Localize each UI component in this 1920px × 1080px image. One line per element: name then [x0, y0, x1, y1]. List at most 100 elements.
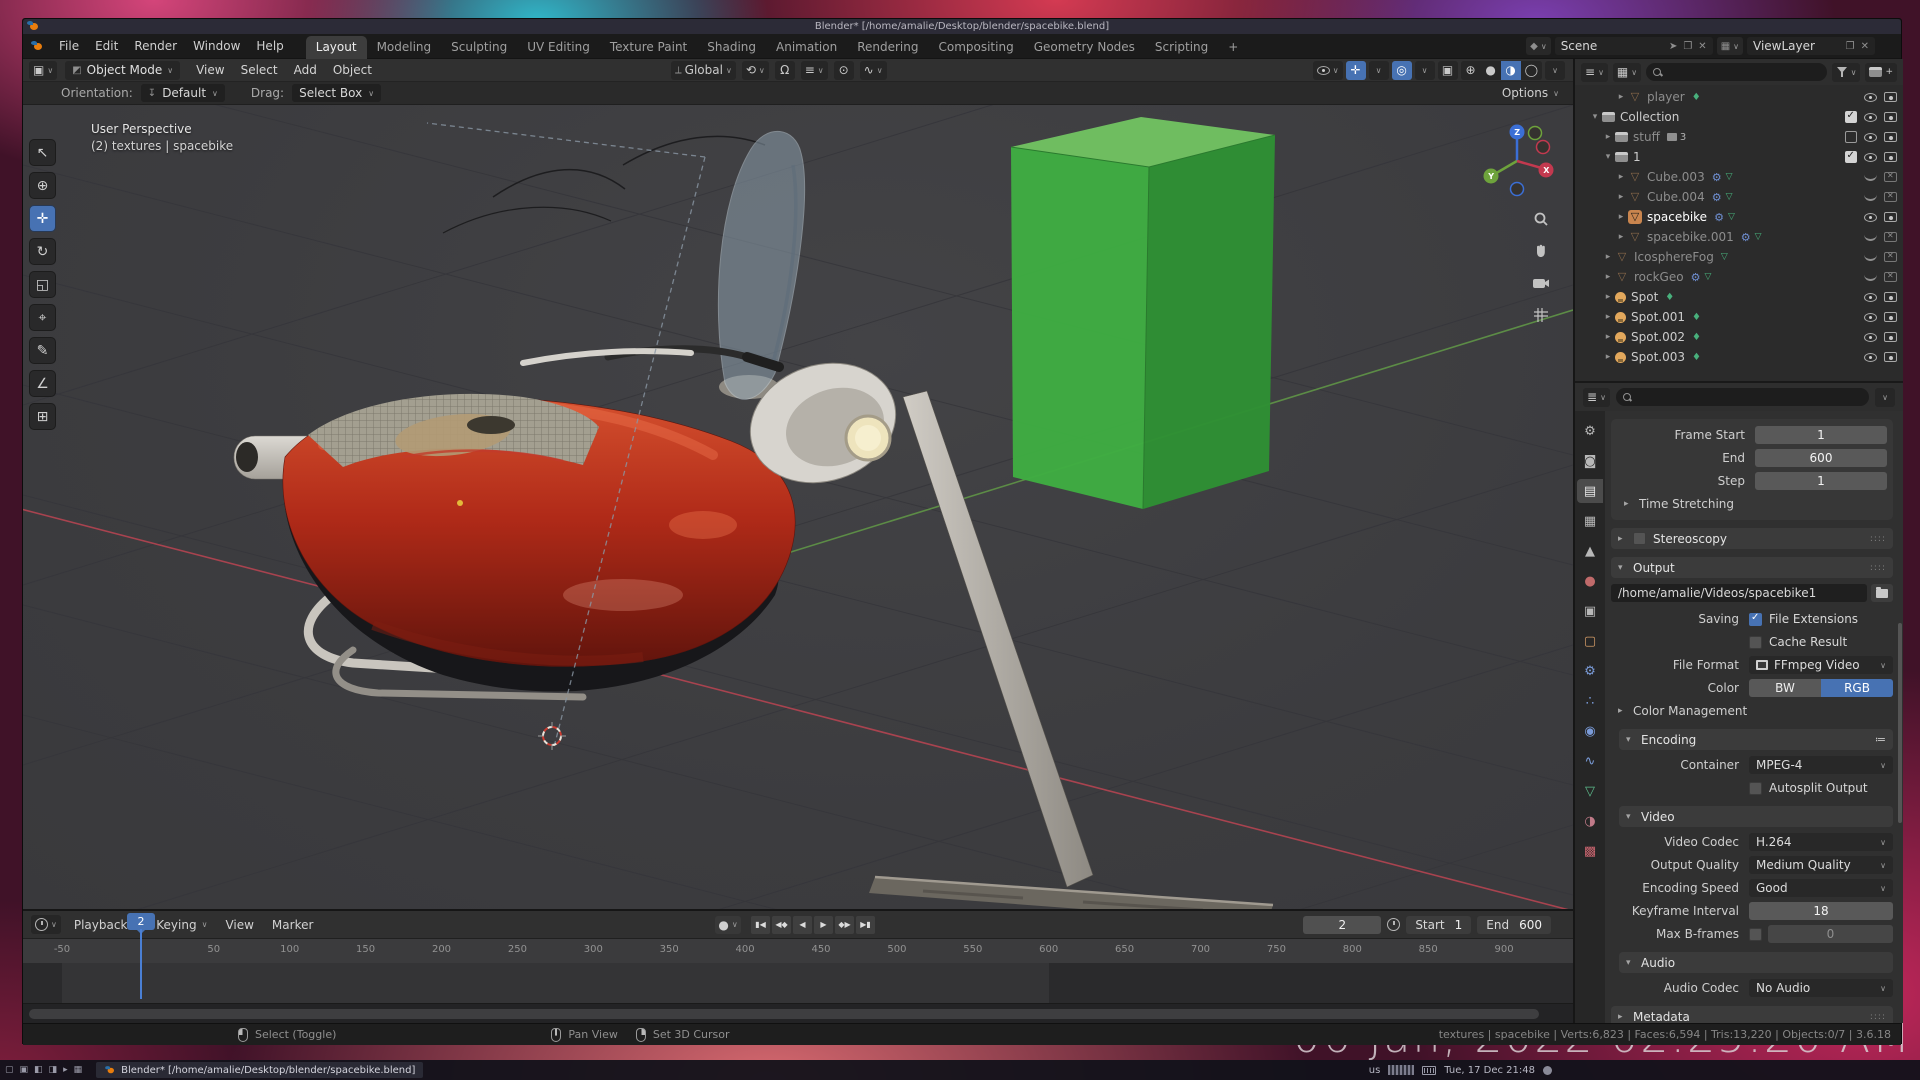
overlays-dropdown[interactable]: ∨: [1415, 61, 1435, 80]
properties-tab[interactable]: ●: [1577, 569, 1603, 593]
workspace-tab[interactable]: Scripting: [1145, 36, 1218, 59]
outliner-row[interactable]: ▸ player: [1575, 87, 1903, 107]
pin-icon[interactable]: ➤: [1669, 41, 1677, 52]
orientation-dropdown[interactable]: ⟂Global∨: [671, 61, 736, 80]
orientation-value-dropdown[interactable]: ↧Default∨: [141, 84, 225, 102]
auto-keying-button[interactable]: ●∨: [715, 916, 741, 934]
shading-rendered-button[interactable]: ◯: [1521, 61, 1542, 80]
workspace-tab[interactable]: Compositing: [928, 36, 1023, 59]
cam-icon[interactable]: [1884, 352, 1897, 362]
disclosure-icon[interactable]: ▸: [1614, 92, 1628, 102]
pivot-dropdown[interactable]: ⟲∨: [742, 61, 769, 80]
tool-button[interactable]: ⌖: [29, 304, 56, 331]
snap-magnet-icon[interactable]: Ω: [775, 61, 795, 80]
outliner-row[interactable]: ▸ rockGeo: [1575, 267, 1903, 287]
outliner-row[interactable]: ▸ stuff: [1575, 127, 1903, 147]
properties-tab[interactable]: ⚙: [1577, 659, 1603, 683]
Output Quality-dropdown[interactable]: Medium Quality∨: [1749, 856, 1893, 874]
outliner-display-mode-button[interactable]: ▦∨: [1613, 63, 1641, 82]
eye-icon[interactable]: [1864, 133, 1877, 142]
disclosure-icon[interactable]: ▸: [1614, 232, 1628, 242]
proportional-edit-icon[interactable]: ⊙: [834, 61, 854, 80]
RGB-toggle[interactable]: RGB: [1821, 679, 1893, 697]
tool-button[interactable]: ⊕: [29, 172, 56, 199]
disclosure-icon[interactable]: ▸: [1601, 272, 1615, 282]
outliner-row[interactable]: ▾ Collection: [1575, 107, 1903, 127]
outliner-row[interactable]: ▸ Cube.003: [1575, 167, 1903, 187]
Max B-frames-field[interactable]: 0: [1768, 925, 1893, 943]
Frame Start-field[interactable]: 1: [1755, 426, 1887, 444]
workspace-tab[interactable]: Geometry Nodes: [1024, 36, 1145, 59]
meshdata-icon[interactable]: [1704, 272, 1711, 282]
tool-button[interactable]: ↖: [29, 139, 56, 166]
transport-button[interactable]: ▶▮: [856, 916, 875, 934]
BW-toggle[interactable]: BW: [1749, 679, 1821, 697]
outliner-row[interactable]: ▸ Spot.003: [1575, 347, 1903, 367]
checkbox[interactable]: [1749, 928, 1762, 941]
cam-icon[interactable]: [1884, 152, 1897, 162]
workspace-tab[interactable]: Texture Paint: [600, 36, 697, 59]
properties-tab[interactable]: ▢: [1577, 629, 1603, 653]
Container-dropdown[interactable]: MPEG-4∨: [1749, 756, 1893, 774]
system-monitor-applet[interactable]: [1388, 1065, 1414, 1075]
disclosure-icon[interactable]: ▸: [1614, 192, 1628, 202]
meshdata-icon[interactable]: [1728, 212, 1735, 222]
tool-button[interactable]: ∠: [29, 370, 56, 397]
workspace-tab[interactable]: UV Editing: [517, 36, 600, 59]
viewport-menu-item[interactable]: Select: [233, 61, 286, 79]
workspace-tab[interactable]: Sculpting: [441, 36, 517, 59]
cam-icon[interactable]: [1884, 292, 1897, 302]
transport-button[interactable]: ▮◀: [751, 916, 770, 934]
properties-tab[interactable]: ▽: [1577, 779, 1603, 803]
properties-tab[interactable]: ◉: [1577, 719, 1603, 743]
properties-tab[interactable]: ▣: [1577, 599, 1603, 623]
check-icon[interactable]: [1845, 111, 1857, 123]
xray-toggle[interactable]: ▣: [1438, 61, 1458, 80]
keyboard-icon[interactable]: [1422, 1066, 1436, 1075]
disclosure-icon[interactable]: ▾: [1588, 112, 1602, 122]
cam-icon[interactable]: [1884, 112, 1897, 122]
proportional-falloff-dropdown[interactable]: ∿∨: [860, 61, 887, 80]
outliner-row[interactable]: ▸ IcosphereFog: [1575, 247, 1903, 267]
disclosure-icon[interactable]: ▸: [1601, 292, 1615, 302]
eye-icon[interactable]: [1864, 153, 1877, 162]
taskbar-app-button[interactable]: Blender* [/home/amalie/Desktop/blender/s…: [96, 1062, 423, 1078]
gizmo-dropdown[interactable]: ∨: [1369, 61, 1389, 80]
workspace-tab[interactable]: Rendering: [847, 36, 928, 59]
outliner-row[interactable]: ▸ spacebike.001: [1575, 227, 1903, 247]
launcher-icon[interactable]: ◧: [34, 1065, 43, 1075]
tool-button[interactable]: ⊞: [29, 403, 56, 430]
menu-item[interactable]: Render: [126, 36, 185, 56]
eye-icon[interactable]: [1864, 113, 1877, 122]
workspace-tab[interactable]: Layout: [306, 36, 367, 59]
visibility-dropdown[interactable]: ∨: [1313, 61, 1343, 80]
workspace-tab[interactable]: Animation: [766, 36, 847, 59]
lightdata-icon[interactable]: [1692, 92, 1701, 103]
Autosplit Output-checkbox[interactable]: [1749, 782, 1762, 795]
Metadata-panel-header[interactable]: ▸Metadata::::: [1611, 1006, 1893, 1023]
cam-icon[interactable]: [1884, 212, 1897, 222]
filter-button[interactable]: ∨: [1832, 63, 1861, 82]
File Extensions-checkbox[interactable]: [1749, 613, 1762, 626]
keyboard-layout-indicator[interactable]: us: [1369, 1065, 1381, 1076]
taskbar-clock[interactable]: Tue, 17 Dec 21:48: [1444, 1065, 1535, 1076]
copy-icon[interactable]: ❐: [1683, 41, 1692, 52]
timeline-menu-item[interactable]: Keying∨: [149, 915, 214, 935]
shading-wireframe-button[interactable]: ⊕: [1461, 61, 1481, 80]
properties-tab[interactable]: ▤: [1577, 479, 1603, 503]
properties-search-input[interactable]: [1616, 388, 1869, 406]
blender-menu-icon[interactable]: [31, 41, 43, 52]
launcher-icon[interactable]: ▣: [20, 1065, 29, 1075]
check-icon[interactable]: [1845, 151, 1857, 163]
eye-icon[interactable]: [1864, 93, 1877, 102]
disclosure-icon[interactable]: ▸: [1601, 252, 1615, 262]
Video Codec-dropdown[interactable]: H.264∨: [1749, 833, 1893, 851]
copy-icon[interactable]: ❐: [1846, 41, 1855, 52]
workspace-tab[interactable]: Modeling: [367, 36, 442, 59]
show-overlays-toggle[interactable]: ◎: [1392, 61, 1412, 80]
tool-button[interactable]: ◱: [29, 271, 56, 298]
cam-icon[interactable]: [1884, 132, 1897, 142]
Color Management-subpanel[interactable]: ▸Color Management: [1611, 701, 1893, 721]
wrench-icon[interactable]: [1741, 231, 1751, 244]
Encoding-panel-header[interactable]: ▾Encoding≔: [1619, 729, 1893, 750]
